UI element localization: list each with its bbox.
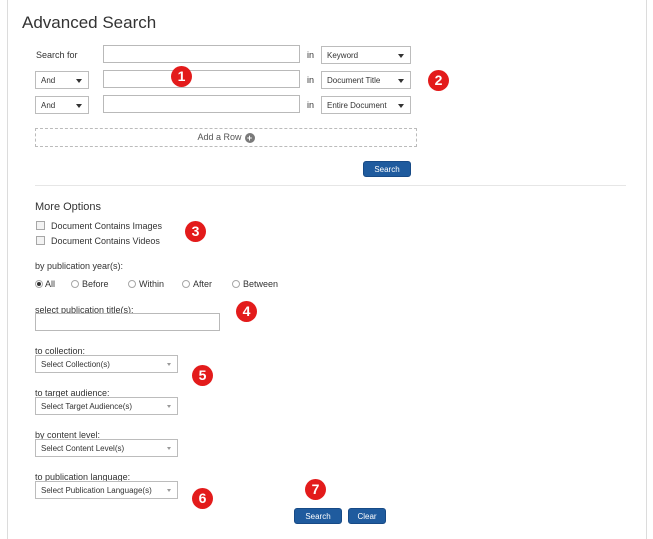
radio-all-label: All [45,279,56,289]
chevron-down-icon [398,54,404,58]
search-button-top[interactable]: Search [363,161,411,177]
annotation-marker-6: 6 [192,488,213,509]
chevron-down-icon [76,79,82,83]
field-select-2-value: Document Title [327,76,381,85]
search-term-input-1[interactable] [103,45,300,63]
radio-within-label: Within [139,279,165,289]
radio-after-label: After [193,279,213,289]
annotation-marker-5: 5 [192,365,213,386]
radio-before-label: Before [82,279,109,289]
operator-select-3-value: And [41,101,56,110]
content-level-select-value: Select Content Level(s) [41,444,125,453]
radio-within[interactable] [128,280,136,288]
operator-select-3[interactable]: And [35,96,89,114]
chevron-down-icon [167,363,171,366]
audience-select-value: Select Target Audience(s) [41,402,133,411]
field-select-1-value: Keyword [327,51,359,60]
page-title: Advanced Search [22,13,157,32]
chevron-down-icon [398,79,404,83]
annotation-marker-4: 4 [236,301,257,322]
language-select-value: Select Publication Language(s) [41,486,152,495]
search-for-label: Search for [36,50,78,60]
search-term-input-2[interactable] [103,70,300,88]
clear-button[interactable]: Clear [348,508,386,524]
radio-between[interactable] [232,280,240,288]
radio-between-label: Between [243,279,279,289]
in-label-2: in [307,75,315,85]
chevron-down-icon [398,104,404,108]
in-label-1: in [307,50,315,60]
search-button-bottom[interactable]: Search [294,508,342,524]
contains-images-checkbox[interactable] [36,221,45,230]
operator-select-2[interactable]: And [35,71,89,89]
annotation-marker-1: 1 [171,66,192,87]
chevron-down-icon [167,489,171,492]
field-select-3[interactable]: Entire Document [321,96,411,114]
contains-images-label: Document Contains Images [51,221,163,231]
chevron-down-icon [167,447,171,450]
pub-title-input[interactable] [35,313,220,331]
radio-before[interactable] [71,280,79,288]
chevron-down-icon [167,405,171,408]
more-options-heading: More Options [35,201,102,213]
section-divider [35,185,626,186]
search-term-input-3[interactable] [103,95,300,113]
advanced-search-page: Advanced Search Search for in Keyword An… [0,0,653,539]
collection-select-value: Select Collection(s) [41,360,110,369]
language-select[interactable]: Select Publication Language(s) [35,481,178,499]
collection-select[interactable]: Select Collection(s) [35,355,178,373]
annotation-marker-7: 7 [305,479,326,500]
add-row-label: Add a Row [197,132,242,142]
annotation-marker-3: 3 [185,221,206,242]
radio-all[interactable] [35,280,43,288]
field-select-3-value: Entire Document [327,101,387,110]
plus-circle-icon: + [244,133,255,143]
pub-year-label: by publication year(s): [35,261,124,271]
operator-select-2-value: And [41,76,56,85]
frame-border-right [646,0,647,539]
radio-after[interactable] [182,280,190,288]
field-select-2[interactable]: Document Title [321,71,411,89]
frame-border-left [7,0,8,539]
audience-select[interactable]: Select Target Audience(s) [35,397,178,415]
add-row-button[interactable]: Add a Row + [35,128,417,147]
content-level-select[interactable]: Select Content Level(s) [35,439,178,457]
in-label-3: in [307,100,315,110]
annotation-marker-2: 2 [428,70,449,91]
contains-videos-checkbox[interactable] [36,236,45,245]
contains-videos-label: Document Contains Videos [51,236,160,246]
field-select-1[interactable]: Keyword [321,46,411,64]
chevron-down-icon [76,104,82,108]
